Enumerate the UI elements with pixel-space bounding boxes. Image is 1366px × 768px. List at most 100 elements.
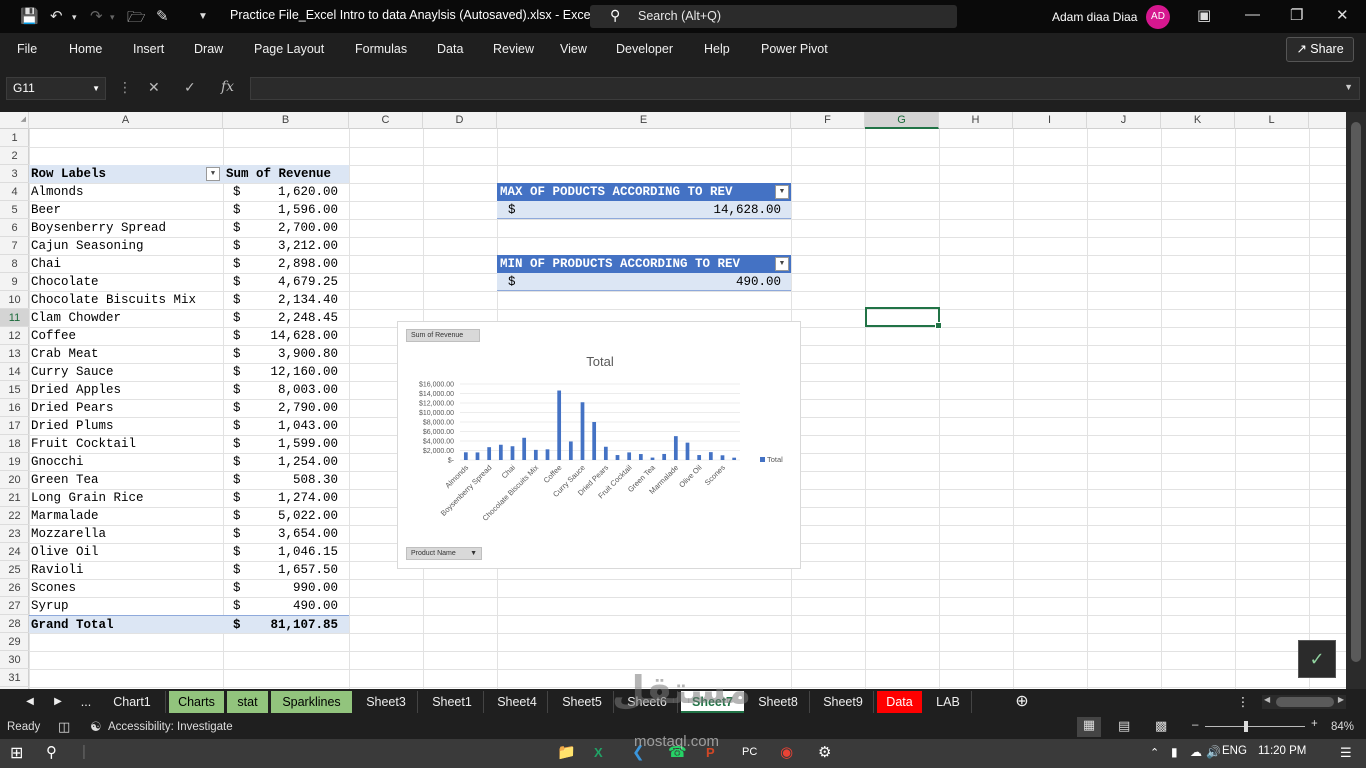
- column-header-g[interactable]: G: [865, 112, 939, 129]
- bar-chocolate-biscuits-mix[interactable]: [533, 449, 538, 460]
- tab-view[interactable]: View: [560, 42, 587, 56]
- row-header-31[interactable]: 31: [0, 669, 29, 687]
- insert-function-icon[interactable]: fx: [221, 79, 234, 95]
- column-header-i[interactable]: I: [1013, 112, 1087, 129]
- row-header-30[interactable]: 30: [0, 651, 29, 669]
- pivot-row[interactable]: Coffee $14,628.00: [29, 327, 349, 345]
- row-header-22[interactable]: 22: [0, 507, 29, 525]
- column-header-c[interactable]: C: [349, 112, 423, 129]
- max-pivot-filter-button[interactable]: ▼: [775, 185, 789, 199]
- sheet-tab-stat[interactable]: stat: [227, 691, 268, 713]
- bar-olive-oil[interactable]: [697, 455, 702, 460]
- customize-toolbar-icon[interactable]: ▼: [198, 11, 208, 22]
- row-header-1[interactable]: 1: [0, 129, 29, 147]
- pivot-row[interactable]: Crab Meat $3,900.80: [29, 345, 349, 363]
- macro-record-icon[interactable]: ◫: [58, 719, 70, 735]
- scrollbar-thumb[interactable]: [1276, 697, 1334, 707]
- windows-start-icon[interactable]: ⊞: [10, 743, 23, 763]
- bar-long-grain-rice[interactable]: [662, 453, 667, 460]
- bar-scones[interactable]: [720, 455, 725, 460]
- tab-page-layout[interactable]: Page Layout: [254, 42, 324, 56]
- zoom-in-icon[interactable]: +: [1311, 718, 1318, 730]
- bar-crab-meat[interactable]: [568, 441, 573, 460]
- expand-formula-icon[interactable]: ▼: [1344, 82, 1353, 92]
- redo-icon[interactable]: ↷: [90, 7, 103, 25]
- row-header-3[interactable]: 3: [0, 165, 29, 183]
- pivot-row[interactable]: Gnocchi $1,254.00: [29, 453, 349, 471]
- bar-cajun-seasoning[interactable]: [498, 444, 503, 460]
- pivot-row[interactable]: Curry Sauce $12,160.00: [29, 363, 349, 381]
- row-header-21[interactable]: 21: [0, 489, 29, 507]
- bar-coffee[interactable]: [557, 390, 562, 460]
- row-header-17[interactable]: 17: [0, 417, 29, 435]
- tray-chevron-up-icon[interactable]: ⌃: [1150, 746, 1159, 759]
- redo-dropdown-icon[interactable]: ▾: [110, 12, 115, 23]
- zoom-slider-thumb[interactable]: [1244, 721, 1248, 732]
- row-header-27[interactable]: 27: [0, 597, 29, 615]
- cancel-icon[interactable]: ✕: [148, 79, 160, 96]
- pivot-row[interactable]: Syrup $490.00: [29, 597, 349, 615]
- sheet-tab-sheet5[interactable]: Sheet5: [551, 691, 614, 713]
- row-header-8[interactable]: 8: [0, 255, 29, 273]
- row-header-2[interactable]: 2: [0, 147, 29, 165]
- more-options-icon[interactable]: ⋮: [1236, 691, 1250, 713]
- sheet-tab-sheet3[interactable]: Sheet3: [355, 691, 418, 713]
- column-header-a[interactable]: A: [29, 112, 223, 129]
- pivot-chart[interactable]: Sum of Revenue Total $- $2,000.00 $4,000.0…: [397, 321, 801, 569]
- tab-review[interactable]: Review: [493, 42, 534, 56]
- notifications-icon[interactable]: ☰: [1340, 745, 1352, 761]
- normal-view-icon[interactable]: ▦: [1077, 717, 1101, 737]
- row-labels-filter-button[interactable]: ▼: [206, 167, 220, 181]
- sheet-tab-sheet4[interactable]: Sheet4: [487, 691, 548, 713]
- row-header-29[interactable]: 29: [0, 633, 29, 651]
- excel-icon[interactable]: X: [594, 745, 603, 760]
- sheet-tab-sheet8[interactable]: Sheet8: [747, 691, 810, 713]
- chevron-down-icon[interactable]: ▼: [92, 78, 100, 99]
- row-header-23[interactable]: 23: [0, 525, 29, 543]
- language-indicator[interactable]: ENG: [1222, 745, 1247, 757]
- restore-icon[interactable]: ❐: [1290, 6, 1303, 24]
- row-header-26[interactable]: 26: [0, 579, 29, 597]
- tab-draw[interactable]: Draw: [194, 42, 223, 56]
- checkmark-button[interactable]: ✓: [1298, 640, 1336, 678]
- page-break-view-icon[interactable]: ▩: [1155, 718, 1167, 734]
- sheet-tab-sparklines[interactable]: Sparklines: [271, 691, 352, 713]
- tab-data[interactable]: Data: [437, 42, 463, 56]
- bar-curry-sauce[interactable]: [580, 402, 585, 460]
- sheet-tab-sheet9[interactable]: Sheet9: [813, 691, 874, 713]
- vertical-scrollbar[interactable]: [1346, 112, 1366, 689]
- volume-icon[interactable]: 🔊: [1206, 745, 1221, 759]
- pivot-row[interactable]: Clam Chowder $2,248.45: [29, 309, 349, 327]
- next-sheet-icon[interactable]: ▶: [50, 691, 66, 713]
- minimize-icon[interactable]: —: [1245, 6, 1260, 23]
- row-header-13[interactable]: 13: [0, 345, 29, 363]
- row-header-24[interactable]: 24: [0, 543, 29, 561]
- bar-chocolate[interactable]: [522, 437, 527, 460]
- bar-beer[interactable]: [475, 452, 480, 460]
- search-input[interactable]: ⚲ Search (Alt+Q): [590, 5, 957, 28]
- bar-marmalade[interactable]: [673, 436, 678, 460]
- tab-formulas[interactable]: Formulas: [355, 42, 407, 56]
- max-pivot-row[interactable]: $ 14,628.00: [497, 201, 791, 219]
- row-header-25[interactable]: 25: [0, 561, 29, 579]
- column-header-l[interactable]: L: [1235, 112, 1309, 129]
- scroll-right-icon[interactable]: ▶: [1338, 695, 1344, 704]
- tab-developer[interactable]: Developer: [616, 42, 673, 56]
- share-button[interactable]: ↗ Share: [1286, 37, 1354, 62]
- row-header-7[interactable]: 7: [0, 237, 29, 255]
- bar-syrup[interactable]: [732, 457, 737, 460]
- tab-file[interactable]: File: [17, 42, 37, 56]
- sheet-tab-data[interactable]: Data: [877, 691, 922, 713]
- worksheet-grid[interactable]: ◢ ABCDEFGHIJKL 1 2 3 4 5 6 7 8 9 10 11 12 13 14 15 16 17…: [0, 112, 1346, 689]
- column-header-h[interactable]: H: [939, 112, 1013, 129]
- pivot-row[interactable]: Almonds $1,620.00: [29, 183, 349, 201]
- pivot-grand-total-row[interactable]: Grand Total $81,107.85: [29, 615, 349, 633]
- pivot-row[interactable]: Olive Oil $1,046.15: [29, 543, 349, 561]
- axis-field-button[interactable]: Product Name ▼: [406, 547, 482, 560]
- more-options-icon[interactable]: ⋮: [118, 79, 132, 96]
- column-header-f[interactable]: F: [791, 112, 865, 129]
- pivot-row[interactable]: Dried Plums $1,043.00: [29, 417, 349, 435]
- pivot-row[interactable]: Cajun Seasoning $3,212.00: [29, 237, 349, 255]
- row-header-6[interactable]: 6: [0, 219, 29, 237]
- clock[interactable]: 11:20 PM: [1258, 745, 1306, 757]
